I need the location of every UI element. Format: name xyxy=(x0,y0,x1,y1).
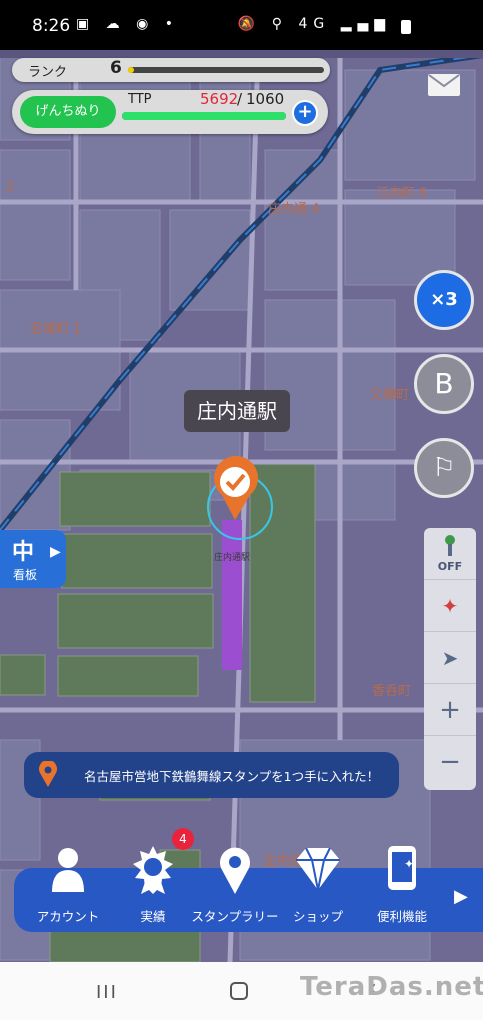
nav-label: 便利機能 xyxy=(376,909,427,924)
navigation-arrow-icon: ➤ xyxy=(441,646,459,670)
kanban-button[interactable]: 中 ▶ 看板 xyxy=(0,530,66,588)
status-time: 8:26 xyxy=(32,16,71,36)
map-label: 庄内通 4 xyxy=(268,202,320,217)
multiplier-button[interactable]: ×3 xyxy=(414,270,474,330)
rank-label: ランク xyxy=(28,65,68,80)
status-bar: 8:26 ▣ ☁ ◉ • 🔕 ⚲ 4G ▂▄▆ xyxy=(0,0,483,50)
plus-icon: + xyxy=(439,695,461,725)
map-label: 江向町 6 xyxy=(376,186,428,201)
system-status-icons: 🔕 ⚲ 4G ▂▄▆ xyxy=(237,16,391,32)
mail-button[interactable] xyxy=(428,74,460,96)
person-icon xyxy=(445,535,455,556)
station-name-tag[interactable]: 庄内通駅 xyxy=(184,390,290,432)
compass-button[interactable]: ✦ xyxy=(424,580,476,632)
ttp-panel: げんちぬり TTP 5692 / 1060 + xyxy=(12,90,328,134)
map-label: 又穂町 xyxy=(370,388,410,403)
nav-tools[interactable]: ✦ 便利機能 xyxy=(362,844,442,932)
account-icon xyxy=(52,848,84,892)
map-label: 香呑町 xyxy=(372,684,412,699)
bottom-nav: アカウント 実績 スタンプラリー ショップ ✦ 便利機能 ▶ xyxy=(14,846,483,932)
mode-button[interactable]: げんちぬり xyxy=(20,96,116,128)
nav-achievements[interactable]: 実績 xyxy=(113,844,193,932)
medal-icon xyxy=(133,846,173,894)
nav-account[interactable]: アカウント xyxy=(28,844,108,932)
kanban-glyph: 中 xyxy=(12,540,35,565)
stamp-notice[interactable]: 名古屋市営地下鉄鶴舞線スタンプを1つ手に入れた！ xyxy=(24,752,399,798)
nav-label: ショップ xyxy=(292,909,343,924)
route-segment xyxy=(222,520,242,670)
nav-stamp-rally[interactable]: スタンプラリー xyxy=(191,844,279,932)
minus-icon: − xyxy=(439,747,461,777)
ttp-label: TTP xyxy=(128,92,152,107)
off-label: OFF xyxy=(437,560,463,573)
ttp-separator: / xyxy=(237,90,243,108)
kanban-label: 看板 xyxy=(13,568,38,582)
nav-label: スタンプラリー xyxy=(191,909,279,924)
rank-progress-track xyxy=(128,67,324,73)
zoom-in-button[interactable]: + xyxy=(424,684,476,736)
zoom-out-button[interactable]: − xyxy=(424,736,476,788)
notice-text: 名古屋市営地下鉄鶴舞線スタンプを1つ手に入れた！ xyxy=(84,769,380,784)
locate-button[interactable]: ➤ xyxy=(424,632,476,684)
map-tool-panel: OFF ✦ ➤ + − xyxy=(424,528,476,790)
location-pin-icon xyxy=(39,761,57,787)
flag-button[interactable]: ⚐ xyxy=(414,438,474,498)
battery-icon xyxy=(401,20,411,34)
chevron-right-icon: ▶ xyxy=(50,544,61,560)
map-view[interactable]: 2 江向町 6 庄内通 4 名塚町 1 又穂町 庄内通駅 香呑町 庄内通 xyxy=(0,50,483,962)
nav-shop[interactable]: ショップ xyxy=(278,844,358,932)
nav-label: アカウント xyxy=(36,909,100,924)
recent-apps-icon[interactable]: III xyxy=(96,982,118,1003)
rank-progress-fill xyxy=(128,67,134,73)
svg-text:✦: ✦ xyxy=(404,857,414,871)
map-label: 庄内通駅 xyxy=(214,553,251,563)
rank-bar: ランク 6 xyxy=(12,58,330,82)
ttp-max: 1060 xyxy=(246,90,285,108)
nav-label: 実績 xyxy=(140,909,166,924)
envelope-icon xyxy=(428,74,460,88)
ttp-current: 5692 xyxy=(200,90,239,108)
phone-sparkle-icon: ✦ xyxy=(388,846,416,890)
diamond-icon xyxy=(296,847,340,891)
rank-value: 6 xyxy=(110,58,122,78)
pin-icon xyxy=(220,847,250,894)
notification-icons: ▣ ☁ ◉ • xyxy=(76,16,180,32)
ttp-progress-track xyxy=(122,112,286,120)
watermark-text: TeraDas.net xyxy=(300,972,483,1002)
b-button[interactable]: B xyxy=(414,354,474,414)
add-ttp-button[interactable]: + xyxy=(292,100,318,126)
map-label: 名塚町 1 xyxy=(30,322,82,337)
compass-icon: ✦ xyxy=(441,594,459,618)
ttp-progress-fill xyxy=(122,112,286,120)
map-label: 2 xyxy=(6,180,15,195)
achievements-badge: 4 xyxy=(172,828,194,850)
nav-next-arrow-icon[interactable]: ▶ xyxy=(454,886,468,907)
person-toggle-button[interactable]: OFF xyxy=(424,528,476,580)
home-icon[interactable] xyxy=(230,982,248,1000)
